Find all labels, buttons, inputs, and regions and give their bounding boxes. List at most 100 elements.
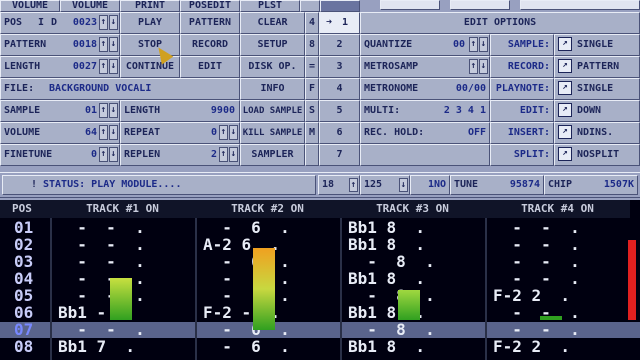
quantize-field[interactable]: QUANTIZE 00 ↑ ↓ — [360, 34, 490, 56]
replen-down-arrow[interactable]: ↓ — [229, 147, 238, 162]
pos-up-arrow[interactable]: ↑ — [99, 15, 108, 30]
edit-button[interactable]: EDIT — [180, 56, 240, 78]
volume-field[interactable]: VOLUME 64 ↑ ↓ — [0, 122, 120, 144]
track-cell[interactable]: - 8 . — [348, 322, 434, 338]
kill-sample-button[interactable]: KILL SAMPLE — [240, 122, 305, 144]
track-cell[interactable]: - - . — [493, 322, 579, 338]
track-cell[interactable]: - - . — [203, 271, 289, 287]
multi-field[interactable]: MULTI: 2 3 4 1 — [360, 100, 490, 122]
info-button[interactable]: INFO — [240, 78, 305, 100]
plst-button[interactable]: PLST — [240, 0, 300, 12]
bpm-arrow[interactable]: ↓ — [399, 178, 408, 192]
sample-up-arrow[interactable]: ↑ — [99, 103, 108, 118]
track-cell[interactable]: - 6 . — [203, 339, 289, 355]
top-tab-a[interactable] — [320, 0, 360, 12]
track-cell[interactable]: - - . — [493, 305, 579, 321]
track-1-select[interactable]: ➜ 1 — [319, 12, 360, 34]
load-sample-button[interactable]: LOAD SAMPLE — [240, 100, 305, 122]
sample-down-arrow[interactable]: ↓ — [109, 103, 118, 118]
top-tab-c[interactable] — [450, 0, 510, 10]
length-down-arrow[interactable]: ↓ — [109, 59, 118, 74]
track-cell[interactable]: - - . — [58, 254, 144, 270]
pattern-editor[interactable]: POS TRACK #1 ON TRACK #2 ON TRACK #3 ON … — [0, 200, 640, 360]
option-toggle[interactable]: ↗ NDINS. — [554, 122, 640, 144]
track-key[interactable]: S — [305, 100, 319, 122]
track-cell[interactable]: Bb1 8 . — [348, 237, 425, 253]
repeat-down-arrow[interactable]: ↓ — [229, 125, 238, 140]
track-cell[interactable]: - 8 . — [348, 254, 434, 270]
track-cell[interactable]: Bb1 8 . — [348, 339, 425, 355]
track-cell[interactable]: - - . — [493, 220, 579, 236]
metrosamp-field[interactable]: METROSAMP ↑ ↓ — [360, 56, 490, 78]
track-cell[interactable]: - 6 . — [203, 220, 289, 236]
track-cell[interactable]: - - . — [58, 220, 144, 236]
print-button[interactable]: PRINT — [120, 0, 180, 12]
track-select[interactable]: 4 — [319, 78, 360, 100]
pattern-row[interactable]: 04 - - . - - . Bb1 8 . - - . — [0, 271, 640, 287]
pattern-row[interactable]: 02 - - . A-2 6 . Bb1 8 . - - . — [0, 237, 640, 253]
pattern-up-arrow[interactable]: ↑ — [99, 37, 108, 52]
quantize-up-arrow[interactable]: ↑ — [469, 37, 478, 52]
track-key[interactable]: 4 — [305, 12, 319, 34]
pos-mode-d[interactable]: D — [51, 13, 57, 33]
track-key[interactable]: 8 — [305, 34, 319, 56]
option-toggle[interactable]: ↗ DOWN — [554, 100, 640, 122]
replen-up-arrow[interactable]: ↑ — [219, 147, 228, 162]
track-cell[interactable]: - - . — [58, 237, 144, 253]
pattern-row[interactable]: 05 - - . - - . - 8 . F-2 2 . — [0, 288, 640, 304]
pattern-button[interactable]: PATTERN — [180, 12, 240, 34]
top-tab-b[interactable] — [380, 0, 440, 10]
finetune-down-arrow[interactable]: ↓ — [109, 147, 118, 162]
continue-button[interactable]: CONTINUE — [120, 56, 180, 78]
pattern-down-arrow[interactable]: ↓ — [109, 37, 118, 52]
rec-hold-field[interactable]: REC. HOLD: OFF — [360, 122, 490, 144]
pattern-row[interactable]: 08 Bb1 7 . - 6 . Bb1 8 . F-2 2 . — [0, 339, 640, 355]
option-toggle[interactable]: ↗ NOSPLIT — [554, 144, 640, 166]
repeat-up-arrow[interactable]: ↑ — [219, 125, 228, 140]
volume-down-arrow[interactable]: ↓ — [109, 125, 118, 140]
clear-button[interactable]: CLEAR — [240, 12, 305, 34]
track-2-header[interactable]: TRACK #2 ON — [195, 200, 340, 218]
volume-up-arrow[interactable]: ↑ — [99, 125, 108, 140]
track-key[interactable]: = — [305, 56, 319, 78]
track-cell[interactable]: Bb1 7 . — [58, 339, 135, 355]
metronome-field[interactable]: METRONOME 00/00 — [360, 78, 490, 100]
replen-field[interactable]: REPLEN 2 ↑ ↓ — [120, 144, 240, 166]
track-select[interactable]: 3 — [319, 56, 360, 78]
pattern-scrollbar[interactable] — [628, 240, 636, 320]
disk-op-button[interactable]: DISK OP. — [240, 56, 305, 78]
track-key[interactable]: F — [305, 78, 319, 100]
track-select[interactable]: 5 — [319, 100, 360, 122]
track-3-header[interactable]: TRACK #3 ON — [340, 200, 485, 218]
repeat-field[interactable]: REPEAT 0 ↑ ↓ — [120, 122, 240, 144]
bpm-field[interactable]: 125 ↓ — [360, 175, 410, 195]
option-toggle[interactable]: ↗ SINGLE — [554, 78, 640, 100]
metrosamp-up-arrow[interactable]: ↑ — [469, 59, 478, 74]
finetune-up-arrow[interactable]: ↑ — [99, 147, 108, 162]
play-button[interactable]: PLAY — [120, 12, 180, 34]
print-tab[interactable]: VOLUME — [60, 0, 120, 12]
track-key[interactable]: M — [305, 122, 319, 144]
file-field[interactable]: FILE: BACKGROUND VOCALI — [0, 78, 240, 100]
top-tab-d[interactable] — [520, 0, 640, 10]
sampler-button[interactable]: SAMPLER — [240, 144, 305, 166]
quantize-down-arrow[interactable]: ↓ — [479, 37, 488, 52]
track-select[interactable]: 6 — [319, 122, 360, 144]
posedit-button[interactable]: POSEDIT — [180, 0, 240, 12]
track-cell[interactable]: Bb1 8 . — [348, 220, 425, 236]
track-cell[interactable]: - - . — [493, 271, 579, 287]
track-cell[interactable]: F-2 2 . — [493, 339, 570, 355]
metrosamp-down-arrow[interactable]: ↓ — [479, 59, 488, 74]
record-button[interactable]: RECORD — [180, 34, 240, 56]
option-toggle[interactable]: ↗ PATTERN — [554, 56, 640, 78]
track-cell[interactable]: - 6 . — [203, 322, 289, 338]
option-toggle[interactable]: ↗ SINGLE — [554, 34, 640, 56]
pos-mode-i[interactable]: I — [38, 13, 44, 33]
track-cell[interactable]: - 6 . — [203, 254, 289, 270]
pattern-field[interactable]: PATTERN 0018 ↑ ↓ — [0, 34, 120, 56]
track-select[interactable]: 7 — [319, 144, 360, 166]
track-cell[interactable]: - 8 . — [348, 288, 434, 304]
track-cell[interactable]: F-2 2 . — [493, 288, 570, 304]
pos-field[interactable]: POS I D 0023 ↑ ↓ — [0, 12, 120, 34]
track-cell[interactable]: - - . — [203, 288, 289, 304]
